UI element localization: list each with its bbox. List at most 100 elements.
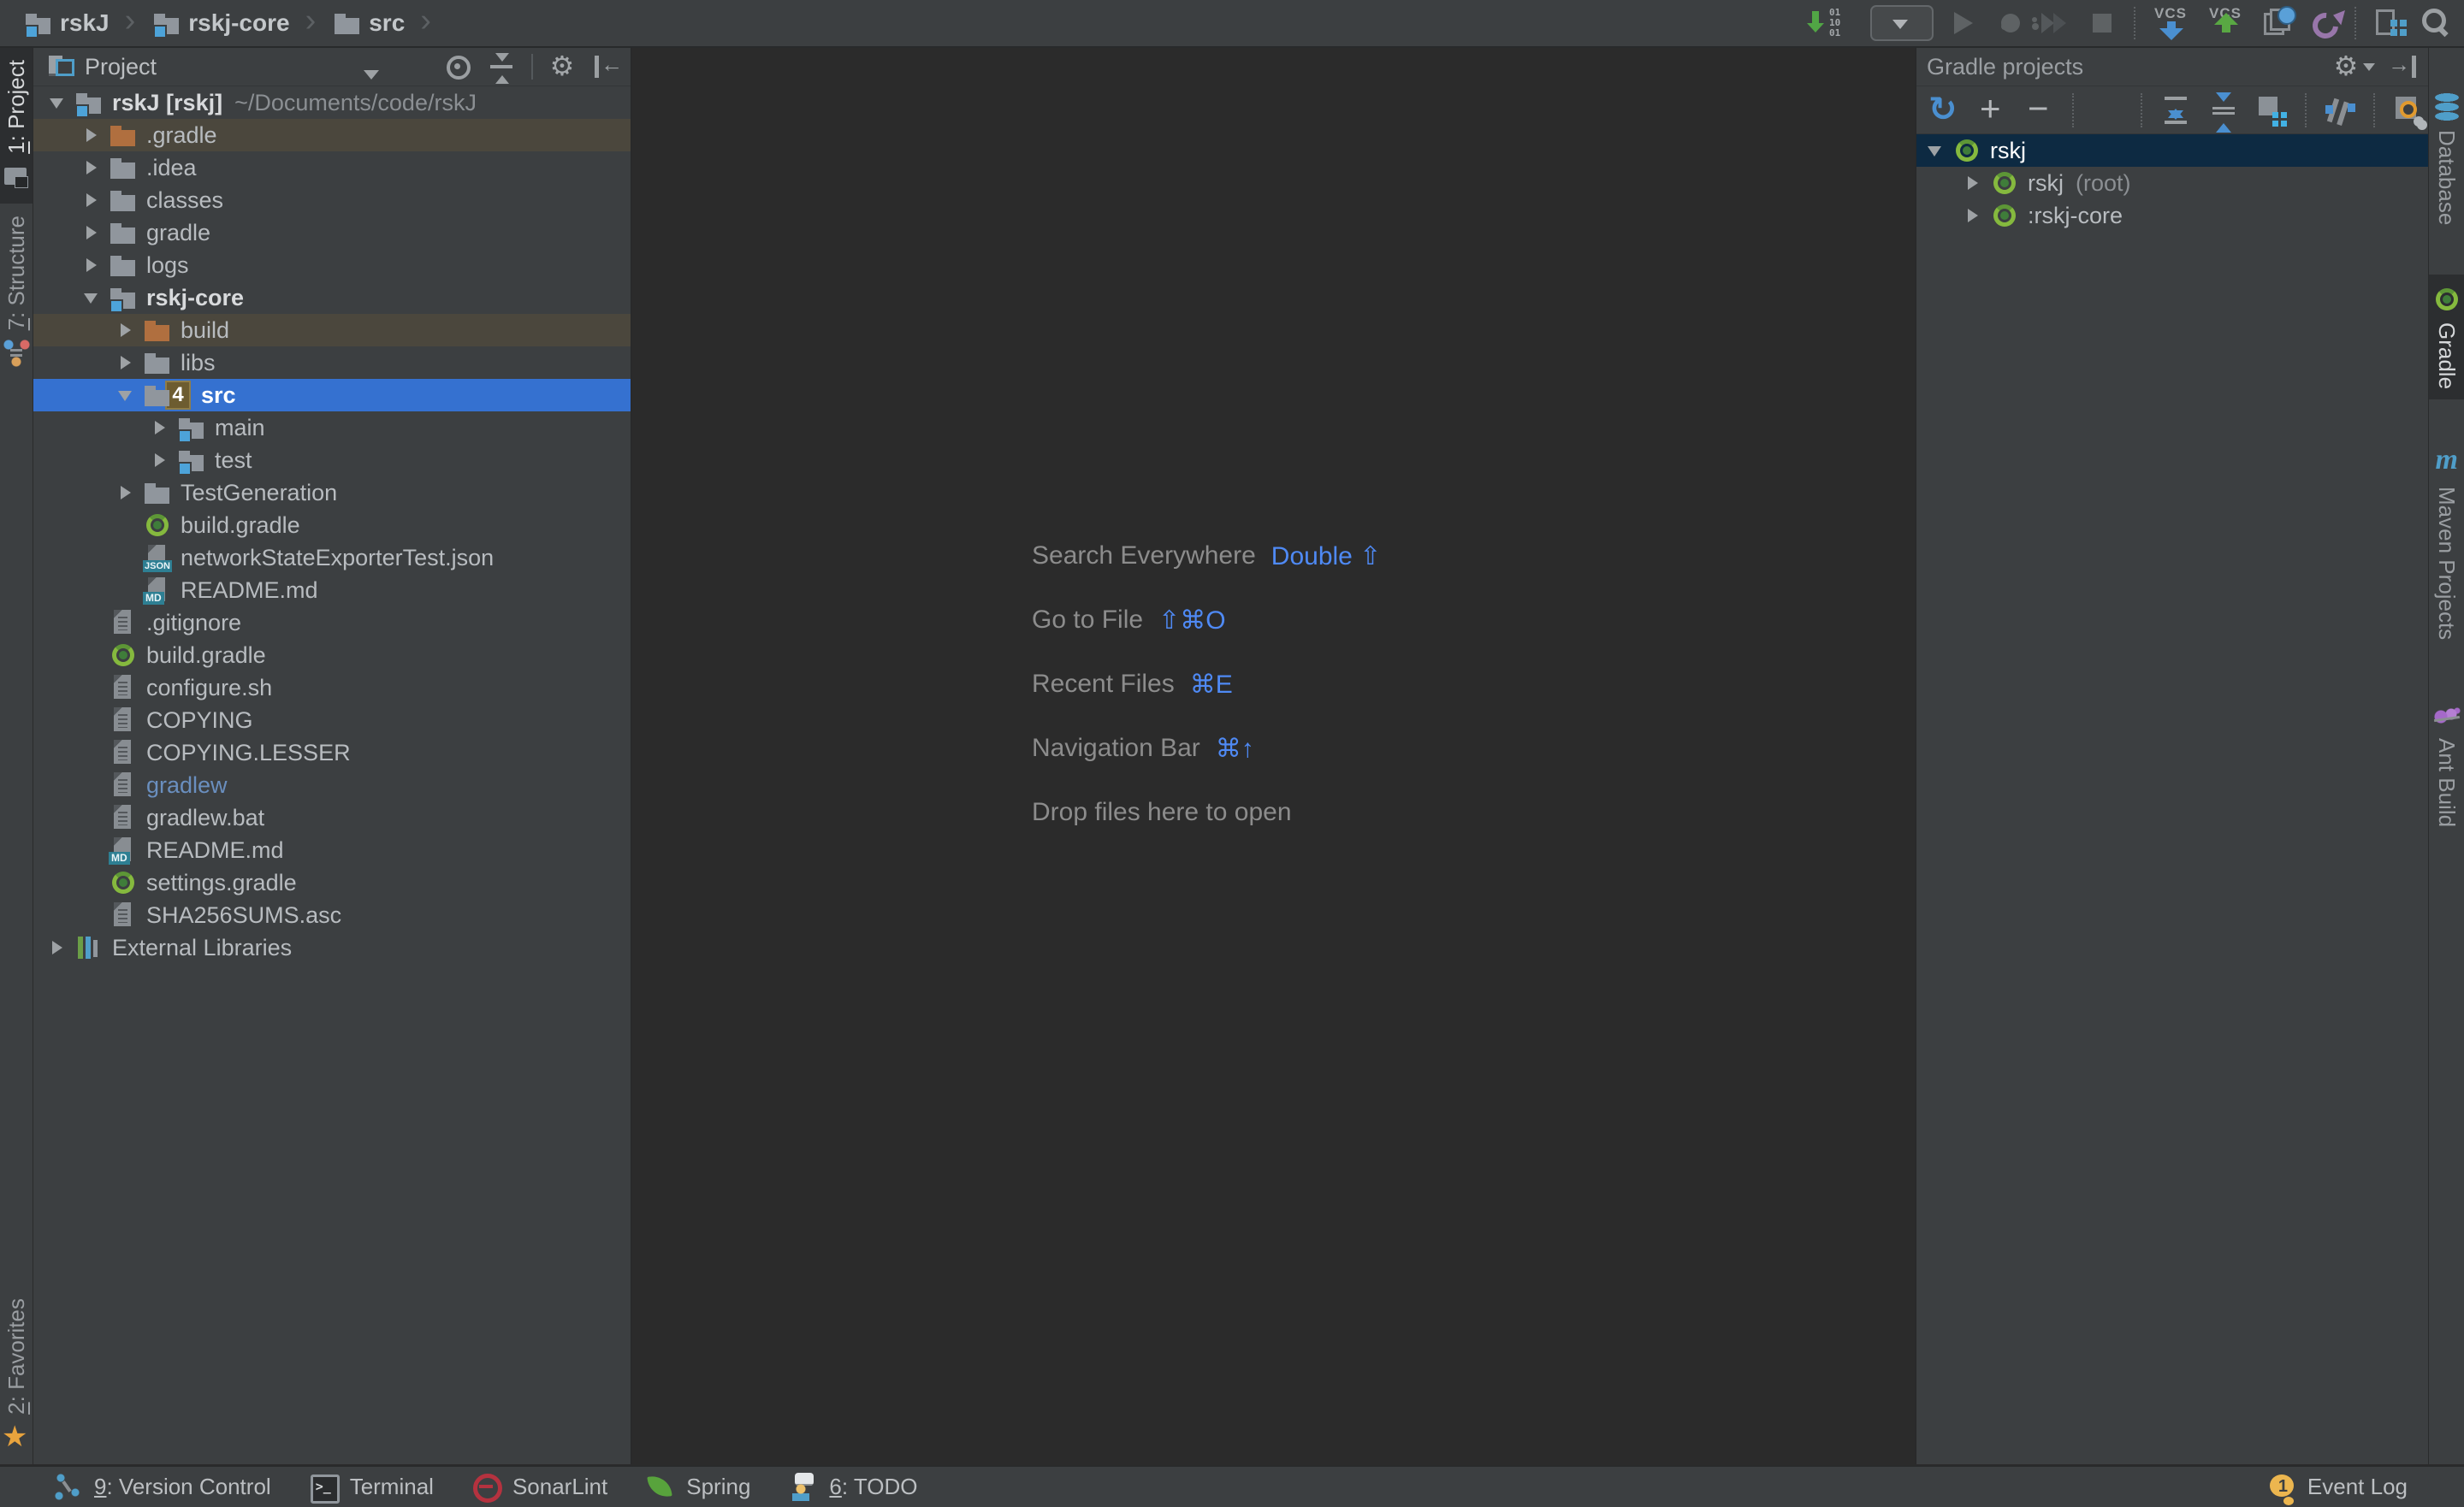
expand-arrow-icon[interactable] [1963, 204, 1985, 227]
tree-row[interactable]: build.gradle [33, 639, 631, 671]
tool-window-button[interactable]: Ant Build [2429, 690, 2464, 837]
gradle-settings-icon[interactable] [2394, 95, 2425, 126]
tree-row[interactable]: classes [33, 184, 631, 216]
shortcut-action-label: Go to File [1032, 606, 1143, 635]
group-modules-icon[interactable] [2257, 95, 2288, 126]
tool-window-button[interactable]: 2: Favorites [0, 1286, 33, 1464]
expand-arrow-icon[interactable] [116, 384, 138, 406]
expand-arrow-icon[interactable] [47, 92, 69, 114]
recent-changes-icon[interactable] [2262, 6, 2293, 40]
tree-row[interactable]: libs [33, 346, 631, 379]
expand-arrow-icon[interactable] [116, 352, 138, 374]
tree-row[interactable]: TestGeneration [33, 476, 631, 509]
offline-mode-icon[interactable] [2325, 95, 2356, 126]
tree-row[interactable]: build.gradle [33, 509, 631, 541]
tool-window-button[interactable]: Gradle [2429, 275, 2464, 399]
panel-settings[interactable]: ⚙ [547, 51, 578, 82]
vcs-update-button[interactable]: VCS [2153, 6, 2192, 40]
tree-row[interactable]: rskj [1916, 134, 2428, 167]
tree-row[interactable]: rskJ [rskj] ~/Documents/code/rskJ [33, 86, 631, 119]
expand-arrow-icon[interactable] [81, 254, 104, 276]
statusbar-widget[interactable]: 9: Version Control [53, 1472, 271, 1503]
tree-row[interactable]: External Libraries [33, 931, 631, 964]
tree-row[interactable]: configure.sh [33, 671, 631, 704]
detach-project-icon[interactable] [2024, 95, 2055, 126]
tree-row[interactable]: main [33, 411, 631, 444]
stop-button[interactable] [2088, 6, 2118, 40]
tool-window-button[interactable]: 1: Project [0, 48, 33, 204]
expand-arrow-icon[interactable] [150, 417, 172, 439]
tree-row[interactable]: gradlew [33, 769, 631, 801]
expand-arrow-icon[interactable] [81, 287, 104, 309]
tool-window-button[interactable]: 7: Structure [0, 204, 33, 380]
tree-row[interactable]: .gradle [33, 119, 631, 151]
tree-row[interactable]: .gitignore [33, 606, 631, 639]
breadcrumb-item[interactable]: rskj-core [147, 8, 323, 38]
gradle-settings[interactable]: ⚙ [2331, 51, 2375, 82]
vcs-commit-button[interactable]: VCS [2207, 6, 2247, 40]
gradle-icon [1990, 201, 2019, 230]
collapse-all-icon[interactable] [487, 51, 518, 82]
search-everywhere-icon[interactable] [2420, 6, 2450, 40]
tree-row[interactable]: settings.gradle [33, 866, 631, 899]
statusbar-widget[interactable]: SonarLint [471, 1472, 607, 1503]
expand-all-icon[interactable] [2161, 95, 2192, 126]
run-button[interactable] [1949, 6, 1980, 40]
debug-button[interactable] [1995, 6, 2026, 40]
tree-row[interactable]: rskj-core [33, 281, 631, 314]
tool-window-button[interactable]: Database [2429, 82, 2464, 235]
tree-row[interactable]: networkStateExporterTest.json [33, 541, 631, 574]
tree-item-label: .gradle [146, 122, 217, 149]
rollback-button[interactable] [2308, 6, 2339, 40]
collapse-all-icon[interactable] [2209, 95, 2240, 126]
project-panel-title[interactable]: Project [85, 54, 157, 80]
tree-row[interactable]: 4 src [33, 379, 631, 411]
expand-arrow-icon[interactable] [1925, 139, 1947, 162]
attach-project-icon[interactable] [1976, 95, 2007, 126]
run-gradle-task-icon[interactable] [2093, 95, 2123, 126]
breadcrumb-item[interactable]: rskJ [19, 8, 142, 38]
update-project-binary-icon[interactable]: 011001 [1810, 6, 1855, 40]
statusbar-widget[interactable]: 6: TODO [788, 1472, 917, 1503]
folder-excluded-icon [109, 121, 138, 150]
expand-arrow-icon[interactable] [116, 319, 138, 341]
tree-item-label: gradlew.bat [146, 805, 264, 831]
tool-window-button[interactable]: Maven Projects [2429, 439, 2464, 650]
tree-row[interactable]: logs [33, 249, 631, 281]
tree-row[interactable]: .idea [33, 151, 631, 184]
statusbar-widget[interactable]: Spring [645, 1472, 750, 1503]
tree-row[interactable]: rskj (root) [1916, 167, 2428, 199]
breadcrumb-label: rskJ [60, 9, 110, 37]
expand-arrow-icon[interactable] [1963, 172, 1985, 194]
tree-row[interactable]: :rskj-core [1916, 199, 2428, 232]
expand-arrow-icon[interactable] [47, 937, 69, 959]
expand-arrow-icon[interactable] [150, 449, 172, 471]
tree-row[interactable]: gradle [33, 216, 631, 249]
scroll-to-source-icon[interactable] [442, 51, 473, 82]
tree-row[interactable]: SHA256SUMS.asc [33, 899, 631, 931]
right-tool-window-stripe: Database Gradle Maven Projects Ant Build [2428, 48, 2464, 1464]
expand-arrow-icon[interactable] [81, 124, 104, 146]
tree-row[interactable]: README.md [33, 574, 631, 606]
expand-arrow-icon[interactable] [81, 157, 104, 179]
hide-panel-icon[interactable] [591, 51, 622, 82]
tree-row[interactable]: gradlew.bat [33, 801, 631, 834]
run-configuration-select[interactable] [1870, 5, 1934, 41]
run-with-coverage-button[interactable] [2041, 6, 2072, 40]
refresh-gradle-icon[interactable] [1928, 95, 1959, 126]
tree-row[interactable]: test [33, 444, 631, 476]
project-structure-icon[interactable] [2373, 6, 2404, 40]
breadcrumb-item[interactable]: src [328, 8, 438, 38]
hide-panel-icon[interactable] [2389, 51, 2420, 82]
tree-row[interactable]: README.md [33, 834, 631, 866]
expand-arrow-icon[interactable] [81, 222, 104, 244]
expand-arrow-icon[interactable] [116, 482, 138, 504]
tree-row[interactable]: build [33, 314, 631, 346]
tree-row[interactable]: COPYING.LESSER [33, 736, 631, 769]
project-view-dropdown-icon[interactable] [364, 70, 379, 87]
expand-arrow-icon[interactable] [81, 189, 104, 211]
event-log-widget[interactable]: Event Log [2268, 1473, 2464, 1502]
statusbar-widget[interactable]: Terminal [309, 1472, 434, 1503]
tree-row[interactable]: COPYING [33, 704, 631, 736]
project-tool-window: Project ⚙ rskJ [rskj] ~/Documents/code/r… [33, 48, 631, 1464]
